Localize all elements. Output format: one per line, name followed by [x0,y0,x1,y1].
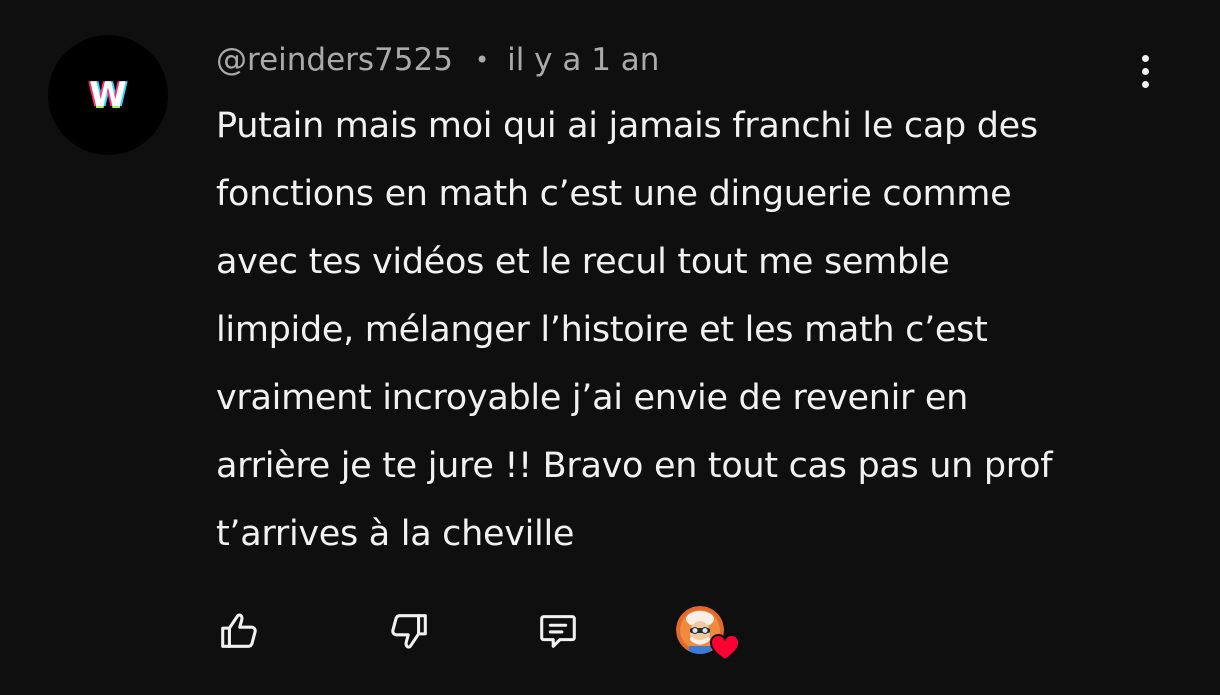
heart-icon [709,633,741,662]
comment-text-line: Putain mais moi qui ai jamais franchi le… [216,106,1038,146]
comment-timestamp[interactable]: il y a 1 an [507,42,659,78]
comment-text-line: t’arrives à la cheville [216,514,575,554]
meta-separator: • [474,46,490,74]
like-button[interactable] [214,606,264,656]
author-handle[interactable]: @reinders7525 [216,42,453,78]
more-vertical-icon-dot [1141,67,1149,75]
comment-reply-icon [540,615,576,648]
comment-text-line: avec tes vidéos et le recul tout me semb… [216,242,950,282]
comment-text: Putain mais moi qui ai jamais franchi le… [216,92,1151,568]
thumbs-up-icon [221,613,257,648]
more-actions-button[interactable] [1127,48,1163,94]
more-vertical-icon [1141,54,1149,62]
comment-text-line: vraiment incroyable j’ai envie de reveni… [216,378,969,418]
comment-header: @reinders7525 • il y a 1 an [216,40,659,80]
comment-text-line: fonctions en math c’est une dinguerie co… [216,174,1012,214]
avatar-letter: W [89,75,127,115]
comment-text-line: limpide, mélanger l’histoire et les math… [216,310,988,350]
reply-button[interactable] [533,606,583,656]
dislike-button[interactable] [384,606,434,656]
comment-author-avatar[interactable]: W [48,35,168,155]
creator-heart[interactable] [676,606,742,662]
comment-text-line: arrière je te jure !! Bravo en tout cas … [216,446,1053,486]
more-vertical-icon-dot [1141,80,1149,88]
thumbs-down-icon [391,614,427,649]
